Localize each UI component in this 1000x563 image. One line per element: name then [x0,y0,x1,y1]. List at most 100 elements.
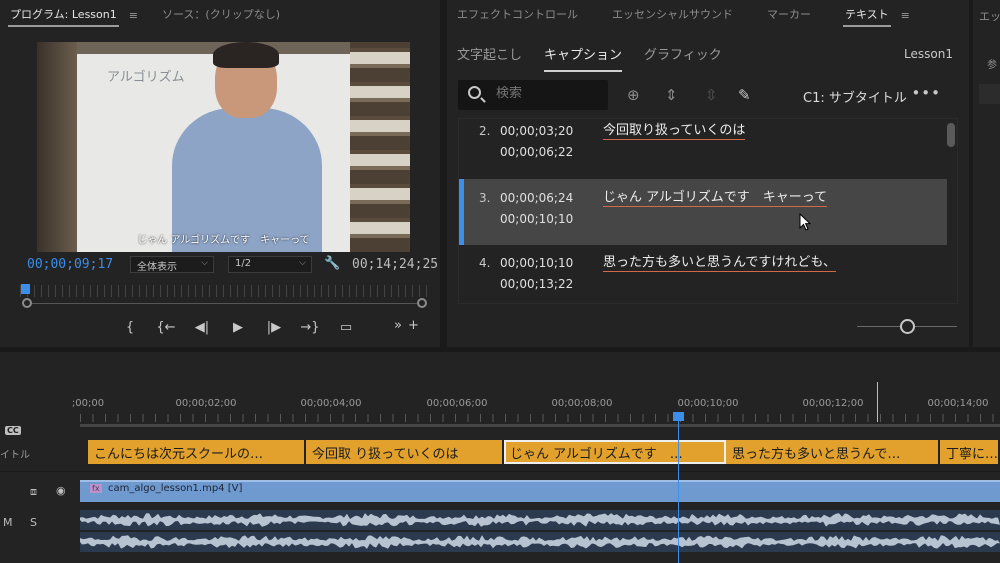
caption-list-scrollbar[interactable] [947,123,955,147]
subtitle-track-label: イトル [0,450,30,461]
cc-icon[interactable]: CC [5,426,21,435]
solo-track-button[interactable]: S [30,516,37,529]
caption-clip-selected[interactable]: じゃん アルゴリズムです … [504,440,726,464]
tab-essential-sound[interactable]: エッセンシャルサウンド [602,0,743,30]
caption-text[interactable]: じゃん アルゴリズムです キャーって [603,190,828,207]
merge-caption-icon[interactable]: ⇳ [705,86,718,104]
go-to-in-button[interactable]: {← [148,318,184,338]
caption-row[interactable]: 4. 00;00;10;10 00;00;13;22 思った方も多いと思うんです… [459,251,947,303]
timeline-playhead[interactable] [678,414,679,563]
more-options-icon[interactable]: ••• [911,84,941,102]
subtab-captions[interactable]: キャプション [544,44,623,72]
caption-out-time[interactable]: 00;00;10;10 [500,212,573,226]
ruler-label: 00;00;06;00 [426,398,488,409]
export-frame-button[interactable]: ▭ [328,318,364,338]
mute-track-button[interactable]: M [3,516,13,529]
caption-row[interactable]: 3. 00;00;06;24 00;00;10;10 じゃん アルゴリズムです … [459,179,947,245]
font-size-slider-knob[interactable] [900,319,915,334]
step-back-button[interactable]: ◀| [184,318,220,338]
caption-in-time[interactable]: 00;00;03;20 [500,124,573,138]
zoom-select[interactable]: 全体表示 ⌵ [130,256,214,273]
tab-program-label: プログラム: Lesson1 [10,8,117,21]
caption-list: 2. 00;00;03;20 00;00;06;22 今回取り扱っていくのは 3… [458,118,958,304]
current-timecode[interactable]: 00;00;09;17 [27,257,113,272]
bookshelf-right-image [350,42,410,252]
ruler-label: 00;00;08;00 [551,398,613,409]
work-area-bar[interactable] [80,424,1000,427]
go-to-out-button[interactable]: →} [292,318,328,338]
caption-clip[interactable]: 思った方も多いと思うんで… [726,440,940,464]
right-panel-tab[interactable]: エッ [979,8,1000,24]
ruler-label: 00;00;02;00 [175,398,237,409]
eye-icon[interactable]: ◉ [56,484,66,497]
right-panel-field[interactable] [979,84,1000,104]
zoom-scrollbar-left-handle[interactable] [22,298,32,308]
program-mini-ruler[interactable] [20,285,428,297]
more-controls-button[interactable]: » [394,318,402,333]
tab-effect-controls[interactable]: エフェクトコントロール [447,0,588,30]
caption-text[interactable]: 思った方も多いと思うんですけれども、 [603,255,836,272]
button-editor-button[interactable]: + [408,318,419,333]
wrench-icon[interactable]: 🔧 [324,256,340,271]
resolution-select[interactable]: 1/2 ⌵ [228,256,312,273]
program-playhead[interactable] [21,284,30,294]
pencil-icon[interactable]: ✎ [738,86,751,104]
caption-track-label[interactable]: C1: サブタイトル [803,87,907,106]
tab-text[interactable]: テキスト [835,0,899,30]
timeline-ticks [80,414,1000,422]
step-forward-button[interactable]: |▶ [256,318,292,338]
play-button[interactable]: ▶ [220,318,256,338]
add-caption-icon[interactable]: ⊕ [627,86,640,104]
audio-waveform [80,513,1000,527]
duration-timecode: 00;14;24;25 [352,257,439,272]
zoom-scrollbar-right-handle[interactable] [417,298,427,308]
subtab-graphics[interactable]: グラフィック [644,44,722,68]
ruler-label: 00;00;12;00 [802,398,864,409]
chevron-down-icon: ⌵ [201,258,208,268]
video-clip[interactable]: fx cam_algo_lesson1.mp4 [V] [80,480,1000,502]
caption-text[interactable]: 今回取り扱っていくのは [603,123,746,140]
subtab-transcript[interactable]: 文字起こし [457,44,522,68]
video-track-output-icon[interactable]: ⧈ [30,485,37,499]
tab-label: テキスト [845,8,889,21]
bookshelf-left-image [37,42,77,252]
caption-number: 2. [479,124,491,138]
video-clip-name: cam_algo_lesson1.mp4 [V] [108,483,243,494]
caption-search[interactable] [458,80,608,110]
whiteboard-text: アルゴリズム [107,70,185,85]
text-panel-menu-icon[interactable]: ≡ [901,9,910,22]
mark-out-button[interactable]: { [112,318,148,338]
mouse-cursor-icon [799,213,811,231]
ruler-label: 00;00;04;00 [300,398,362,409]
zoom-scrollbar[interactable] [26,303,422,304]
resolution-select-value: 1/2 [235,258,252,269]
text-panel: エフェクトコントロール エッセンシャルサウンド マーカー テキスト ≡ 文字起こ… [447,0,969,347]
video-preview[interactable]: アルゴリズム じゃん アルゴリズムです キャーって [37,42,410,252]
transport-controls: { {← ◀| ▶ |▶ →} ▭ [112,318,364,338]
caption-row[interactable]: 2. 00;00;03;20 00;00;06;22 今回取り扱っていくのは [459,119,947,185]
caption-number: 3. [479,191,491,205]
tab-source[interactable]: ソース：(クリップなし) [152,0,290,30]
track-separator [0,471,1000,472]
tab-label: エフェクトコントロール [457,8,578,21]
tab-markers[interactable]: マーカー [757,0,821,30]
search-input[interactable] [496,86,601,101]
fx-badge: fx [90,484,102,493]
caption-out-time[interactable]: 00;00;13;22 [500,277,573,291]
caption-in-time[interactable]: 00;00;10;10 [500,256,573,270]
caption-clip[interactable]: 丁寧に… [940,440,1000,464]
effects-tabbar: エフェクトコントロール エッセンシャルサウンド マーカー テキスト ≡ [447,0,969,30]
tab-program[interactable]: プログラム: Lesson1 [0,0,127,30]
program-menu-icon[interactable]: ≡ [129,9,138,22]
caption-in-time[interactable]: 00;00;06;24 [500,191,573,205]
audio-clip[interactable] [80,532,1000,552]
caption-clip[interactable]: こんにちは次元スクールの… [88,440,306,464]
timeline-panel: ;00;00 00;00;02;00 00;00;04;00 00;00;06;… [0,352,1000,563]
ruler-label: ;00;00 [71,398,105,409]
audio-clip[interactable] [80,510,1000,530]
split-caption-icon[interactable]: ⇕ [665,86,678,104]
ruler-label: 00;00;14;00 [927,398,989,409]
edit-point-marker [877,382,878,422]
caption-clip[interactable]: 今回取 り扱っていくのは [306,440,504,464]
caption-out-time[interactable]: 00;00;06;22 [500,145,573,159]
